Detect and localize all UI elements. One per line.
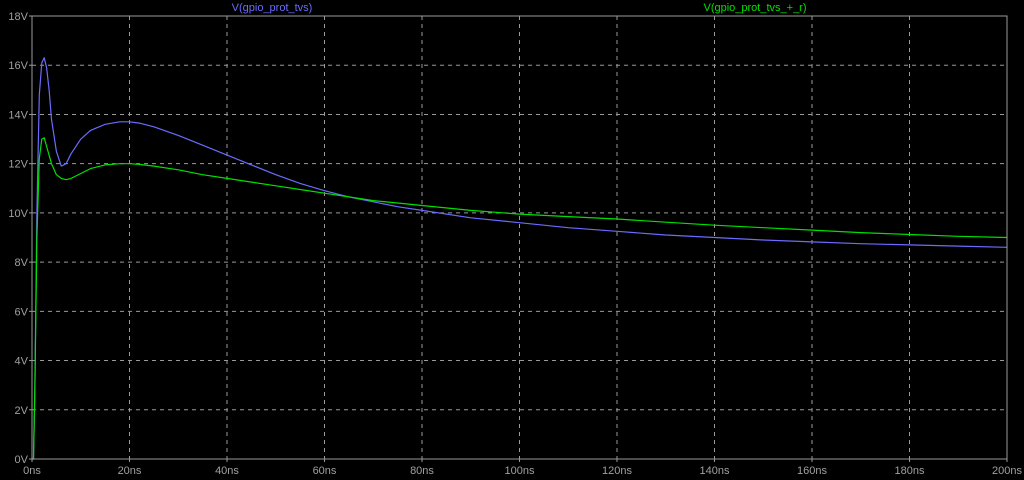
x-tick-label: 160ns — [797, 465, 827, 477]
x-tick-label: 0ns — [23, 465, 41, 477]
y-tick-label: 18V — [8, 11, 28, 23]
legend-label-1[interactable]: V(gpio_prot_tvs_+_r) — [703, 2, 806, 14]
y-tick-label: 10V — [8, 208, 28, 220]
y-tick-label: 16V — [8, 60, 28, 72]
x-tick-label: 40ns — [215, 465, 239, 477]
y-tick-label: 6V — [15, 306, 29, 318]
y-tick-label: 14V — [8, 109, 28, 121]
y-tick-label: 0V — [15, 454, 29, 466]
x-tick-label: 100ns — [505, 465, 535, 477]
x-tick-label: 120ns — [602, 465, 632, 477]
x-tick-label: 180ns — [895, 465, 925, 477]
y-tick-label: 12V — [8, 159, 28, 171]
x-tick-label: 140ns — [700, 465, 730, 477]
y-tick-label: 8V — [15, 257, 29, 269]
x-tick-label: 20ns — [118, 465, 142, 477]
y-tick-label: 2V — [15, 405, 29, 417]
y-tick-label: 4V — [15, 356, 29, 368]
x-tick-label: 60ns — [313, 465, 337, 477]
legend-label-0[interactable]: V(gpio_prot_tvs) — [232, 2, 313, 14]
x-tick-label: 80ns — [410, 465, 434, 477]
waveform-plot[interactable]: 0ns 20ns 40ns 60ns 80ns 100ns 120ns 140ns 160ns 1… — [0, 0, 1024, 480]
x-tick-label: 200ns — [992, 465, 1022, 477]
plot-background — [0, 0, 1024, 480]
